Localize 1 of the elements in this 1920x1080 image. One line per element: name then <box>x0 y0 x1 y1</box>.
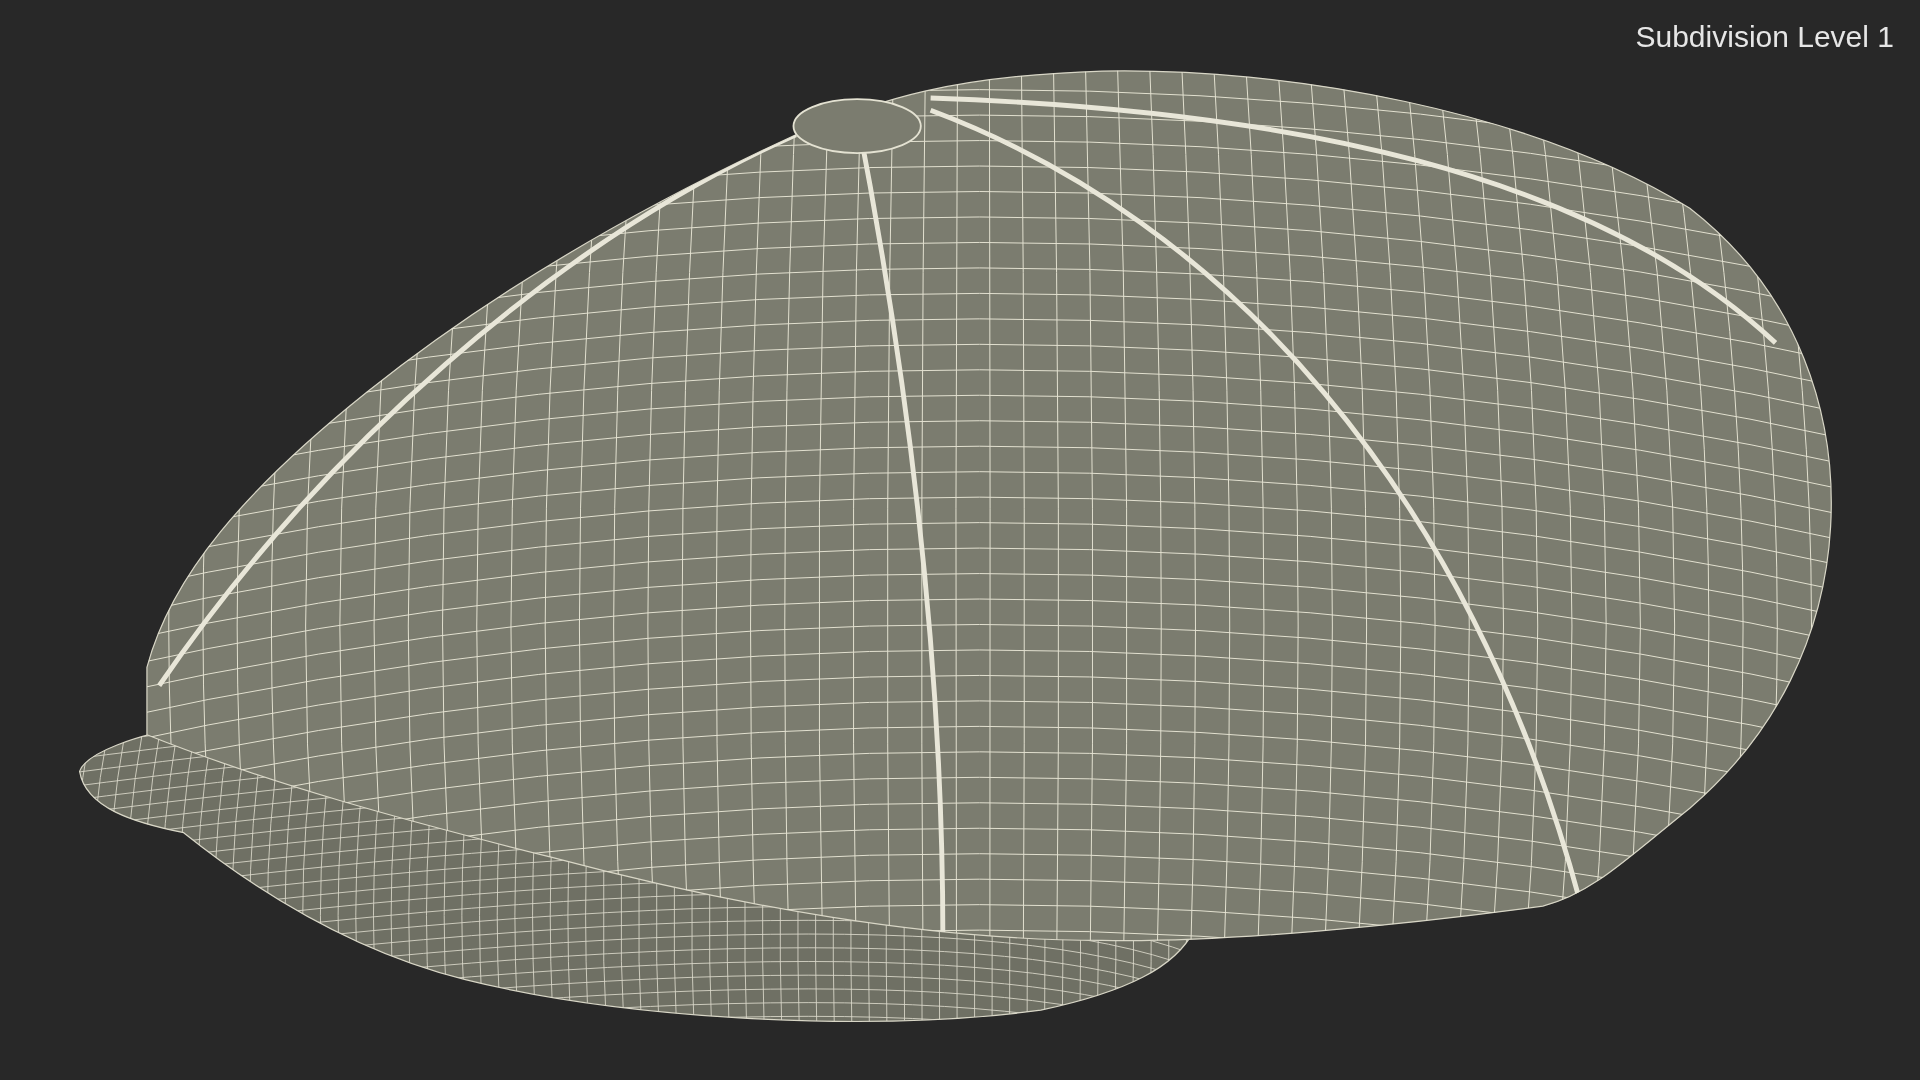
subdivision-level-label: Subdivision Level 1 <box>1635 19 1894 55</box>
